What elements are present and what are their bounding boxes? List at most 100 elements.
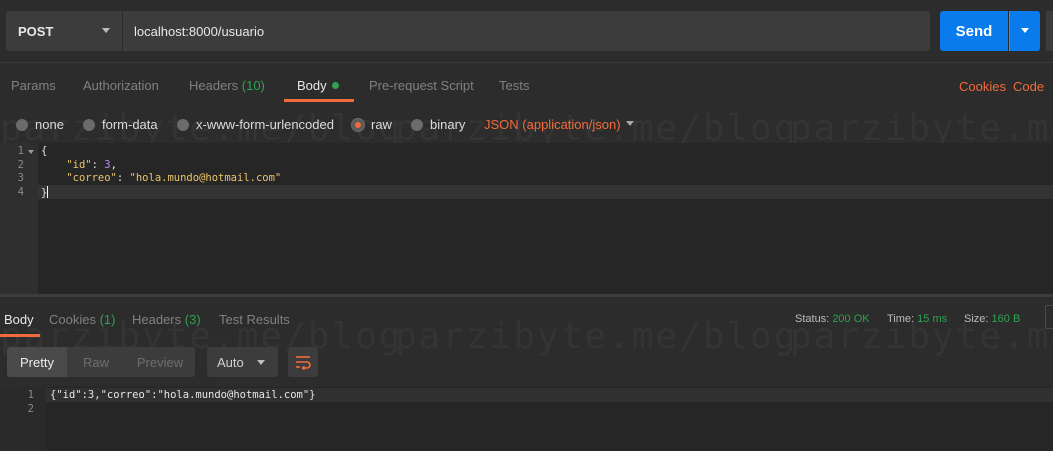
radio-icon — [83, 118, 95, 131]
cookies-link[interactable]: Cookies — [959, 79, 1006, 94]
method-select[interactable]: POST — [6, 11, 122, 51]
wrap-lines-button[interactable] — [288, 347, 318, 377]
line-number: 3 — [17, 172, 24, 184]
code-token: { — [41, 145, 48, 157]
url-input[interactable]: localhost:8000/usuario — [123, 11, 930, 51]
tab-count: (1) — [99, 312, 116, 327]
view-preview-button[interactable]: Preview — [125, 347, 195, 377]
line-number: 2 — [27, 403, 34, 415]
tab-label: Headers — [189, 78, 239, 93]
tab-count: (10) — [241, 78, 265, 93]
send-options-button[interactable] — [1009, 11, 1040, 51]
response-format-select[interactable]: Auto — [207, 347, 278, 377]
response-line: {"id":3,"correo":"hola.mundo@hotmail.com… — [50, 389, 316, 401]
radio-label: raw — [371, 117, 392, 132]
tab-tests[interactable]: Tests — [499, 78, 529, 93]
modified-dot-icon — [331, 82, 339, 89]
line-number: 1 — [27, 389, 34, 401]
radio-binary[interactable]: binary — [411, 117, 465, 132]
method-label: POST — [18, 23, 54, 39]
request-body-editor[interactable]: 1 2 3 4 { "id": 3, "correo": "hola.mundo… — [0, 143, 1053, 294]
tab-authorization[interactable]: Authorization — [83, 78, 159, 93]
body-type-selector: none form-data x-www-form-urlencoded raw… — [0, 103, 1053, 143]
json-string: "hola.mundo@hotmail.com" — [129, 172, 282, 184]
chevron-down-icon — [257, 360, 265, 365]
tab-headers[interactable]: Headers (10) — [189, 78, 265, 93]
send-button[interactable]: Send — [940, 11, 1008, 51]
radio-raw[interactable]: raw — [352, 117, 392, 132]
time-value: 15 ms — [917, 313, 948, 325]
radio-icon — [177, 118, 189, 131]
code-token: : — [116, 172, 130, 184]
line-number: 4 — [17, 186, 24, 198]
panel-edge — [1046, 11, 1053, 51]
url-value: localhost:8000/usuario — [134, 23, 265, 39]
request-tabs: Params Authorization Headers (10) Body P… — [0, 62, 1053, 102]
code-line: } — [41, 186, 49, 199]
time-label: Time: — [887, 313, 915, 325]
radio-label: form-data — [102, 117, 158, 132]
radio-icon — [16, 118, 28, 131]
chevron-down-icon — [102, 28, 110, 33]
tab-body[interactable]: Body — [297, 78, 339, 93]
code-link[interactable]: Code — [1013, 79, 1044, 94]
json-key: "id" — [66, 159, 92, 171]
code-token: : — [91, 159, 105, 171]
tab-params[interactable]: Params — [11, 78, 56, 93]
line-gutter: 1 2 — [0, 387, 46, 451]
code-line: "id": 3, — [41, 159, 117, 171]
response-tab-body[interactable]: Body — [4, 312, 34, 327]
chevron-down-icon — [626, 121, 634, 126]
code-token: , — [110, 159, 117, 171]
response-tab-headers[interactable]: Headers (3) — [132, 312, 201, 327]
tab-label: Params — [11, 78, 56, 93]
response-tab-test-results[interactable]: Test Results — [219, 312, 290, 327]
tab-label: Cookies — [49, 312, 96, 327]
panel-toggle[interactable] — [1045, 305, 1053, 329]
size-value: 160 B — [991, 313, 1021, 325]
line-number: 2 — [17, 159, 24, 171]
active-tab-indicator — [0, 334, 40, 337]
tab-label: Test Results — [219, 312, 290, 327]
text-cursor — [47, 186, 49, 198]
wrap-lines-icon — [296, 356, 311, 370]
tab-label: Authorization — [83, 78, 159, 93]
tab-label: Body — [4, 312, 34, 327]
response-tab-cookies[interactable]: Cookies (1) — [49, 312, 115, 327]
radio-none[interactable]: none — [16, 117, 64, 132]
view-pretty-button[interactable]: Pretty — [7, 347, 67, 377]
radio-form-data[interactable]: form-data — [83, 117, 158, 132]
line-gutter: 1 2 3 4 — [0, 143, 38, 294]
tab-label: Pre-request Script — [369, 78, 474, 93]
radio-urlencoded[interactable]: x-www-form-urlencoded — [177, 117, 334, 132]
request-url-bar: POST localhost:8000/usuario Send — [0, 0, 1053, 62]
radio-label: binary — [430, 117, 466, 132]
tab-label: Tests — [499, 78, 530, 93]
content-type-select[interactable]: JSON (application/json) — [484, 117, 621, 132]
response-size: Size: 160 B — [964, 313, 1020, 325]
code-line: { — [41, 145, 47, 157]
status-value: 200 OK — [832, 313, 870, 325]
radio-icon — [411, 118, 423, 131]
size-label: Size: — [964, 313, 989, 325]
response-status: Status: 200 OK — [795, 313, 870, 325]
tab-pre-request-script[interactable]: Pre-request Script — [369, 78, 474, 93]
response-time: Time: 15 ms — [887, 313, 947, 325]
line-number: 1 — [17, 145, 24, 157]
tab-count: (3) — [184, 312, 201, 327]
active-tab-indicator — [284, 99, 354, 102]
radio-label: none — [35, 117, 64, 132]
view-raw-button[interactable]: Raw — [67, 347, 125, 377]
response-body-viewer[interactable]: 1 2 {"id":3,"correo":"hola.mundo@hotmail… — [0, 387, 1053, 451]
radio-label: x-www-form-urlencoded — [196, 117, 334, 132]
code-line: "correo": "hola.mundo@hotmail.com" — [41, 172, 281, 184]
status-label: Status: — [795, 313, 830, 325]
fold-arrow-icon[interactable] — [28, 150, 34, 154]
format-label: Auto — [217, 354, 244, 370]
tab-label: Headers — [132, 312, 182, 327]
json-key: "correo" — [66, 172, 117, 184]
radio-selected-icon — [352, 118, 364, 131]
active-line-highlight — [0, 185, 1053, 199]
chevron-down-icon — [1021, 28, 1029, 33]
tab-label: Body — [297, 78, 327, 93]
